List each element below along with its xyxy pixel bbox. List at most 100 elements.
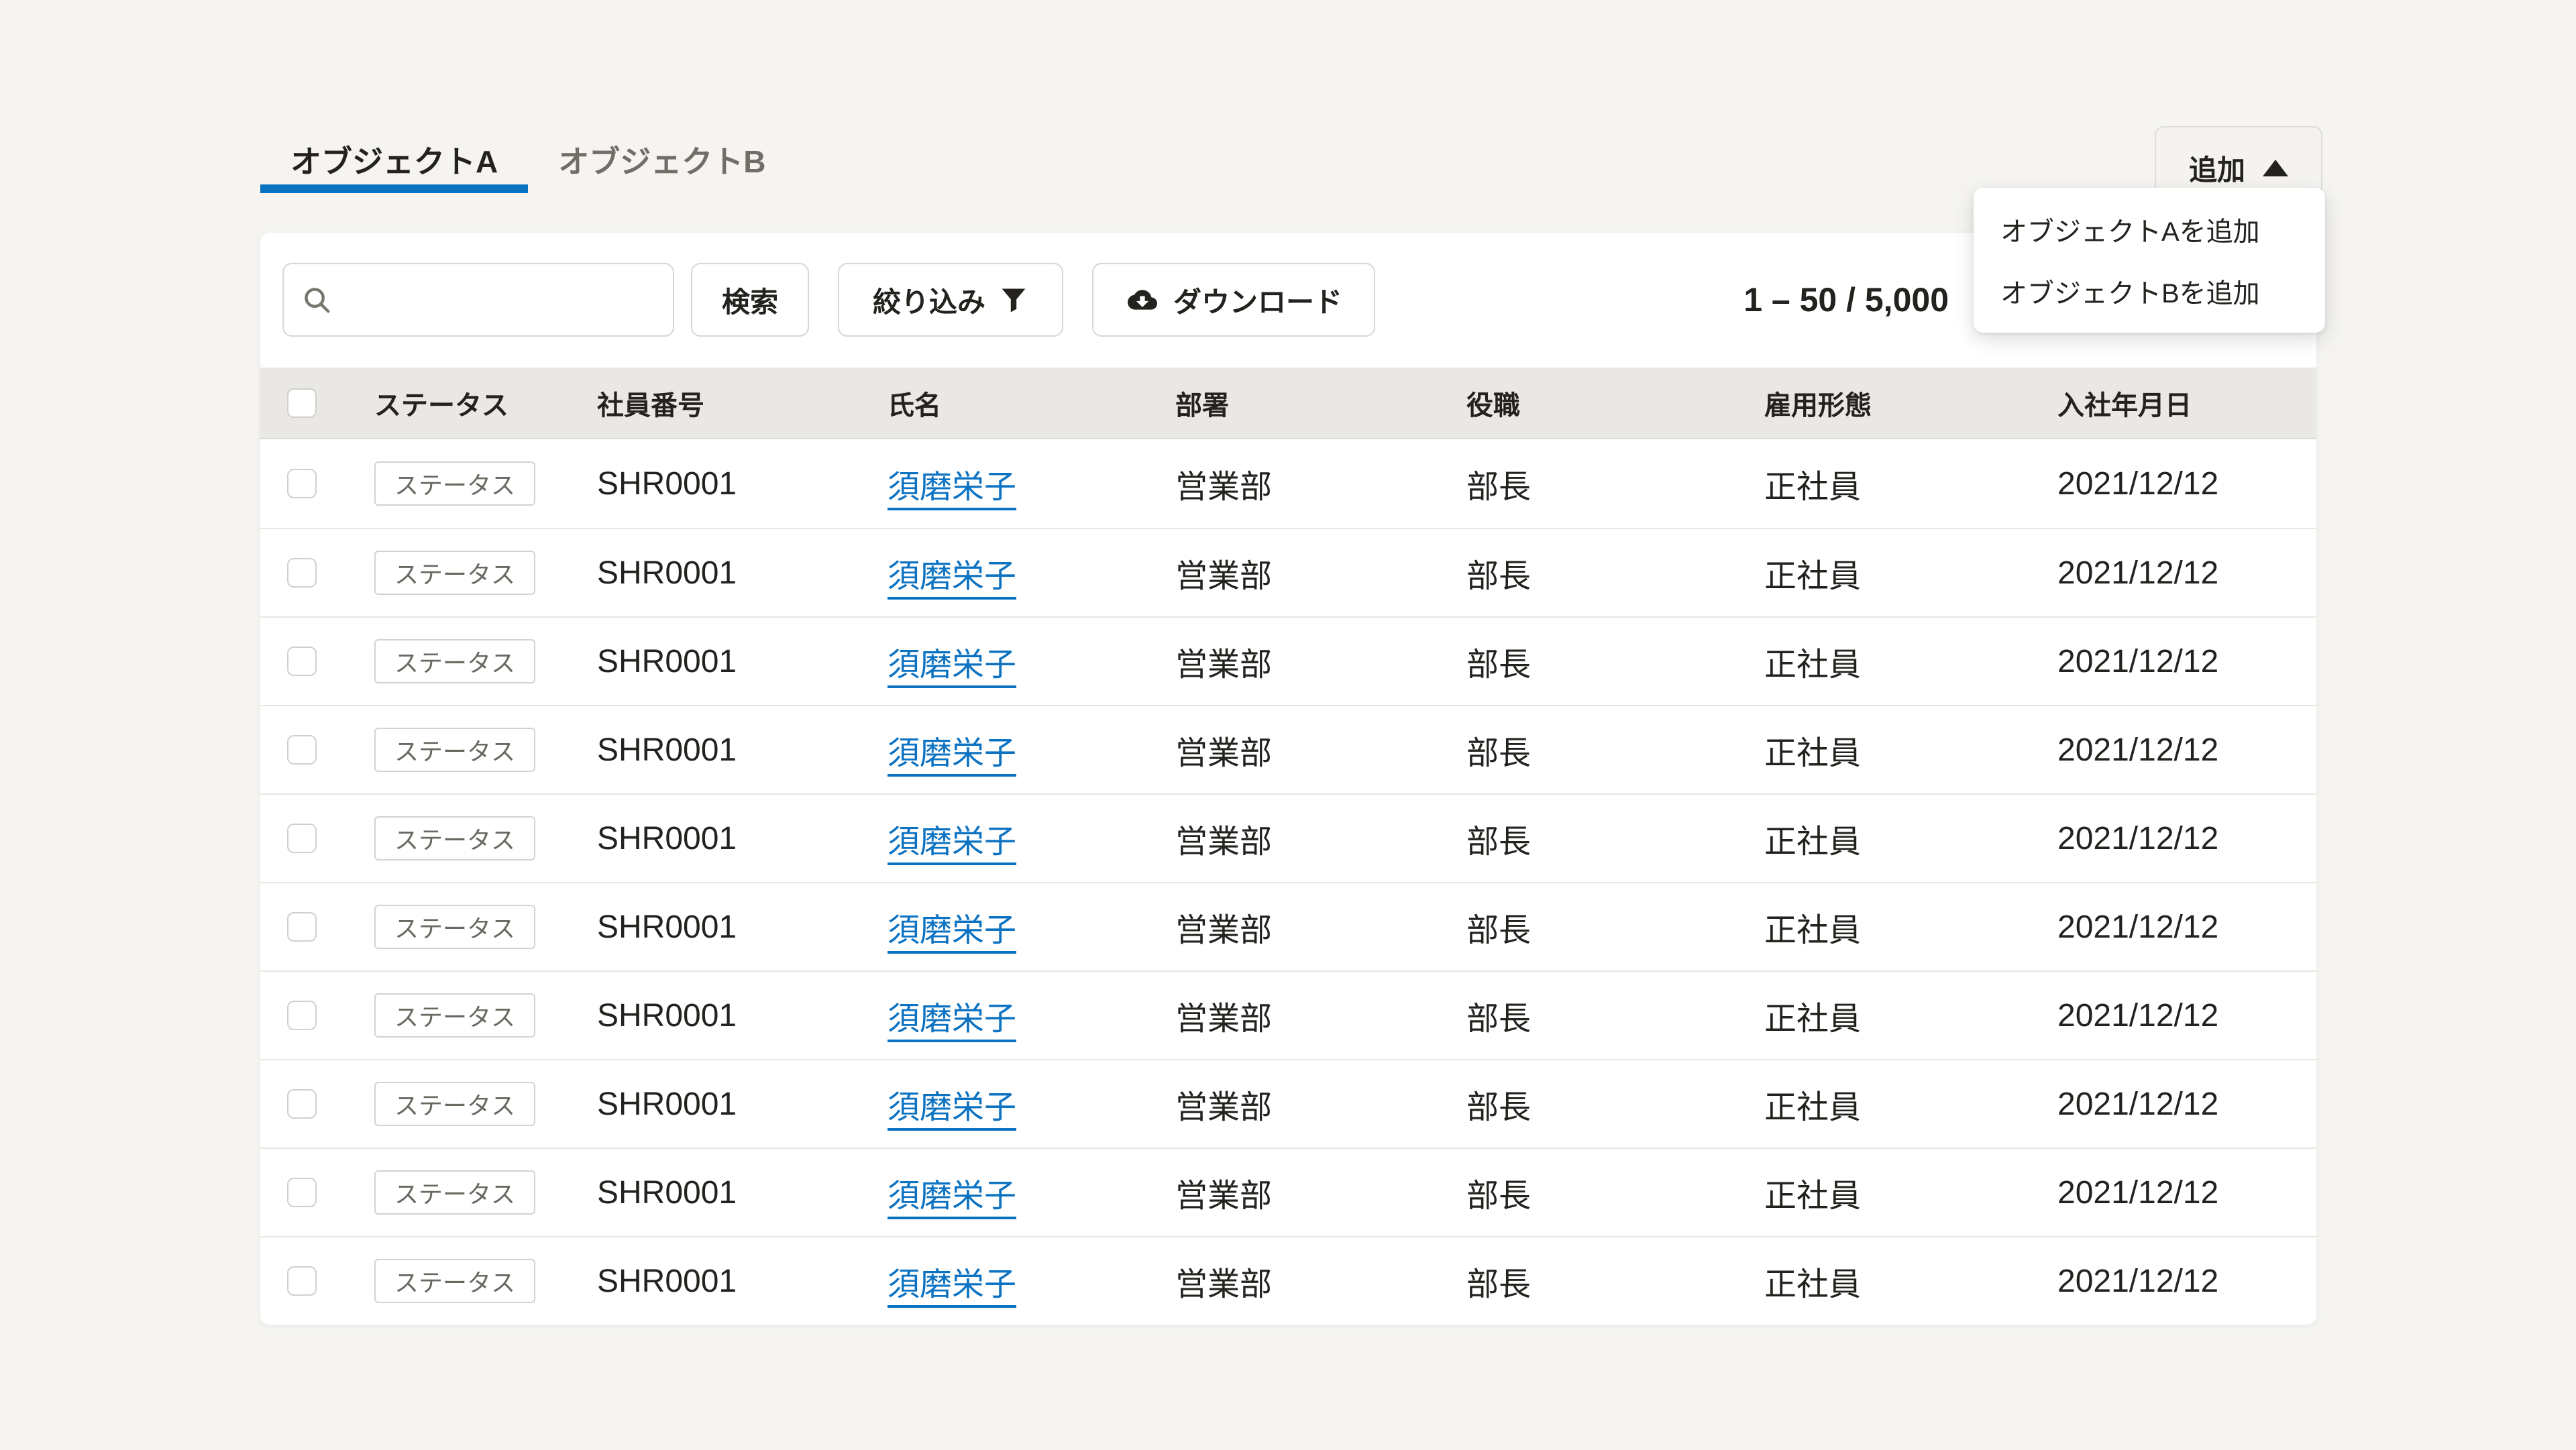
status-badge: ステータス xyxy=(374,1082,535,1126)
status-badge: ステータス xyxy=(374,1259,535,1303)
row-checkbox-cell xyxy=(287,1266,374,1296)
cell-position: 部長 xyxy=(1466,726,1764,773)
cell-department: 営業部 xyxy=(1175,460,1466,507)
table-row: ステータスSHR0001須磨栄子営業部部長正社員2021/12/12 xyxy=(260,882,2316,970)
cell-department: 営業部 xyxy=(1175,549,1466,596)
status-badge: ステータス xyxy=(374,639,535,683)
cell-name: 須磨栄子 xyxy=(888,460,1175,507)
filter-button[interactable]: 絞り込み xyxy=(838,263,1063,337)
employee-name-link[interactable]: 須磨栄子 xyxy=(888,1090,1016,1131)
employee-name-link[interactable]: 須磨栄子 xyxy=(888,1178,1016,1219)
search-button[interactable]: 検索 xyxy=(691,263,809,337)
search-button-label: 検索 xyxy=(722,280,778,321)
cell-position: 部長 xyxy=(1466,815,1764,862)
cell-status: ステータス xyxy=(374,728,597,772)
cell-name: 須磨栄子 xyxy=(888,1258,1175,1304)
cell-hire_date: 2021/12/12 xyxy=(2057,1263,2316,1300)
employee-name-link[interactable]: 須磨栄子 xyxy=(888,469,1016,510)
cell-hire_date: 2021/12/12 xyxy=(2057,909,2316,946)
employee-name-link[interactable]: 須磨栄子 xyxy=(888,824,1016,865)
status-badge: ステータス xyxy=(374,905,535,949)
row-checkbox[interactable] xyxy=(287,1089,317,1119)
search-input[interactable] xyxy=(344,283,655,317)
cell-employee_no: SHR0001 xyxy=(597,1086,888,1123)
employee-name-link[interactable]: 須磨栄子 xyxy=(888,1001,1016,1042)
cell-name: 須磨栄子 xyxy=(888,903,1175,950)
cell-employment_type: 正社員 xyxy=(1764,815,2057,862)
table-body: ステータスSHR0001須磨栄子営業部部長正社員2021/12/12ステータスS… xyxy=(260,439,2316,1325)
cell-employment_type: 正社員 xyxy=(1764,638,2057,685)
download-button[interactable]: ダウンロード xyxy=(1092,263,1375,337)
result-range: 1 – 50 / 5,000 xyxy=(1743,280,1949,319)
menu-item-add-object-a[interactable]: オブジェクトAを追加 xyxy=(1974,199,2325,260)
cell-status: ステータス xyxy=(374,1170,597,1215)
table-row: ステータスSHR0001須磨栄子営業部部長正社員2021/12/12 xyxy=(260,970,2316,1059)
employee-name-link[interactable]: 須磨栄子 xyxy=(888,647,1016,688)
cell-employment_type: 正社員 xyxy=(1764,726,2057,773)
status-badge: ステータス xyxy=(374,993,535,1038)
cell-department: 営業部 xyxy=(1175,992,1466,1039)
cell-hire_date: 2021/12/12 xyxy=(2057,555,2316,592)
status-badge: ステータス xyxy=(374,1170,535,1215)
cell-department: 営業部 xyxy=(1175,815,1466,862)
cell-department: 営業部 xyxy=(1175,1258,1466,1304)
cell-employment_type: 正社員 xyxy=(1764,903,2057,950)
select-all-checkbox[interactable] xyxy=(287,388,317,418)
cell-department: 営業部 xyxy=(1175,726,1466,773)
cell-employee_no: SHR0001 xyxy=(597,909,888,946)
row-checkbox[interactable] xyxy=(287,1266,317,1296)
tab-object-b[interactable]: オブジェクトB xyxy=(528,134,796,193)
cell-employee_no: SHR0001 xyxy=(597,1263,888,1300)
cell-employee_no: SHR0001 xyxy=(597,732,888,769)
row-checkbox[interactable] xyxy=(287,469,317,498)
table-row: ステータスSHR0001須磨栄子営業部部長正社員2021/12/12 xyxy=(260,528,2316,616)
cell-employee_no: SHR0001 xyxy=(597,643,888,680)
status-badge: ステータス xyxy=(374,728,535,772)
row-checkbox[interactable] xyxy=(287,647,317,676)
cell-hire_date: 2021/12/12 xyxy=(2057,1174,2316,1211)
employee-name-link[interactable]: 須磨栄子 xyxy=(888,913,1016,954)
data-table: ステータス社員番号氏名部署役職雇用形態入社年月日 ステータスSHR0001須磨栄… xyxy=(260,368,2316,1325)
column-header: 社員番号 xyxy=(597,384,888,423)
table-row: ステータスSHR0001須磨栄子営業部部長正社員2021/12/12 xyxy=(260,1148,2316,1236)
row-checkbox[interactable] xyxy=(287,912,317,942)
cell-employment_type: 正社員 xyxy=(1764,992,2057,1039)
cell-employee_no: SHR0001 xyxy=(597,1174,888,1211)
cell-employee_no: SHR0001 xyxy=(597,997,888,1034)
cell-name: 須磨栄子 xyxy=(888,1169,1175,1216)
cell-department: 営業部 xyxy=(1175,1080,1466,1127)
table-row: ステータスSHR0001須磨栄子営業部部長正社員2021/12/12 xyxy=(260,1059,2316,1148)
cell-employment_type: 正社員 xyxy=(1764,549,2057,596)
tab-bar: オブジェクトA オブジェクトB xyxy=(260,134,796,193)
cell-hire_date: 2021/12/12 xyxy=(2057,465,2316,502)
cell-hire_date: 2021/12/12 xyxy=(2057,997,2316,1034)
employee-name-link[interactable]: 須磨栄子 xyxy=(888,559,1016,600)
magnifier-icon xyxy=(301,284,332,315)
tab-object-a[interactable]: オブジェクトA xyxy=(260,134,528,193)
cell-department: 営業部 xyxy=(1175,903,1466,950)
cell-employment_type: 正社員 xyxy=(1764,460,2057,507)
menu-item-add-object-b[interactable]: オブジェクトBを追加 xyxy=(1974,260,2325,322)
filter-button-label: 絞り込み xyxy=(873,280,985,321)
row-checkbox[interactable] xyxy=(287,558,317,588)
cell-status: ステータス xyxy=(374,461,597,506)
employee-name-link[interactable]: 須磨栄子 xyxy=(888,1267,1016,1308)
row-checkbox[interactable] xyxy=(287,824,317,853)
cell-status: ステータス xyxy=(374,1259,597,1303)
row-checkbox[interactable] xyxy=(287,735,317,765)
cell-position: 部長 xyxy=(1466,460,1764,507)
column-header: ステータス xyxy=(374,384,597,423)
row-checkbox[interactable] xyxy=(287,1001,317,1030)
column-header: 役職 xyxy=(1466,384,1764,423)
cell-position: 部長 xyxy=(1466,903,1764,950)
employee-name-link[interactable]: 須磨栄子 xyxy=(888,736,1016,777)
row-checkbox[interactable] xyxy=(287,1178,317,1207)
row-checkbox-cell xyxy=(287,469,374,498)
cell-employment_type: 正社員 xyxy=(1764,1169,2057,1216)
cell-name: 須磨栄子 xyxy=(888,992,1175,1039)
cell-position: 部長 xyxy=(1466,1080,1764,1127)
cell-status: ステータス xyxy=(374,816,597,860)
cell-position: 部長 xyxy=(1466,549,1764,596)
column-header: 氏名 xyxy=(888,384,1175,423)
cell-status: ステータス xyxy=(374,639,597,683)
